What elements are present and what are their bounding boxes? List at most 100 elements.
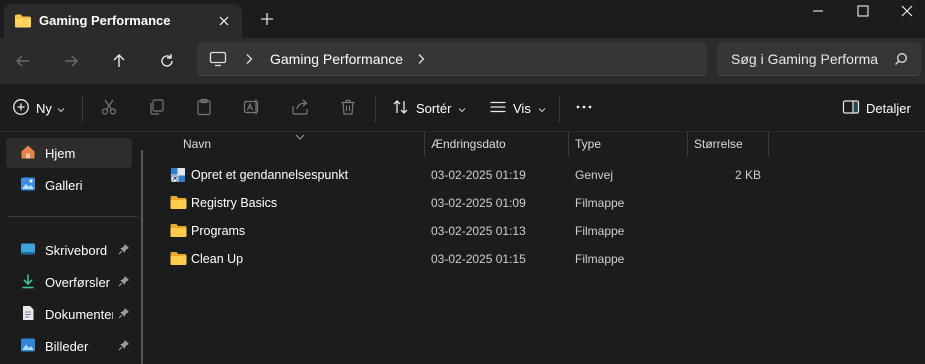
plus-circle-icon <box>12 98 30 119</box>
delete-button[interactable] <box>339 96 357 120</box>
search-icon[interactable] <box>894 52 908 69</box>
folder-icon <box>170 195 187 213</box>
folder-icon <box>170 223 187 241</box>
file-type: Filmappe <box>575 196 625 210</box>
separator <box>559 96 560 122</box>
sort-indicator-icon <box>295 129 305 144</box>
pin-icon[interactable] <box>118 307 130 322</box>
minimize-icon[interactable] <box>795 0 841 22</box>
sidebar-item-pictures[interactable]: Billeder <box>20 331 132 361</box>
file-size: 2 KB <box>734 168 761 182</box>
sidebar-item-desktop[interactable]: Skrivebord <box>20 235 132 265</box>
command-bar: Ny Sortér Vis Detaljer <box>0 84 925 132</box>
file-row[interactable]: Clean Up 03-02-2025 01:15 Filmappe <box>164 245 764 273</box>
sort-icon <box>392 98 410 119</box>
new-button[interactable]: Ny <box>12 96 65 120</box>
share-icon <box>291 98 309 119</box>
sidebar-item-gallery[interactable]: Galleri <box>20 170 132 200</box>
divider <box>8 216 138 217</box>
close-icon[interactable] <box>884 0 925 22</box>
paste-button[interactable] <box>195 96 213 120</box>
column-header-label: Størrelse <box>694 137 743 151</box>
sidebar-item-downloads[interactable]: Overførsler <box>20 267 132 297</box>
file-date: 03-02-2025 01:19 <box>431 168 526 182</box>
copy-icon <box>147 98 165 119</box>
maximize-icon[interactable] <box>840 0 886 22</box>
rename-button[interactable] <box>243 96 261 120</box>
new-tab-button[interactable] <box>257 9 277 29</box>
file-name: Programs <box>191 224 246 238</box>
forward-button[interactable] <box>58 48 84 74</box>
view-icon <box>489 98 507 119</box>
tab-gaming-performance[interactable]: Gaming Performance <box>4 4 242 38</box>
search-input[interactable]: Søg i Gaming Performa <box>731 51 891 67</box>
sidebar-item-home[interactable]: Hjem <box>6 138 132 168</box>
chevron-right-icon[interactable] <box>244 53 254 68</box>
column-resize-handle[interactable] <box>768 132 769 156</box>
pin-icon[interactable] <box>118 243 130 258</box>
trash-icon <box>339 98 357 119</box>
file-list: Navn Ændringsdato Type Størrelse Opret e… <box>150 132 925 364</box>
more-icon <box>575 98 593 119</box>
cut-button[interactable] <box>100 96 118 120</box>
sort-label: Sortér <box>416 100 452 116</box>
scissors-icon <box>100 98 118 119</box>
new-label: Ny <box>36 100 52 116</box>
column-header-size[interactable]: Størrelse <box>694 132 743 156</box>
column-header-name[interactable]: Navn <box>183 132 211 156</box>
desktop-icon <box>20 241 36 260</box>
address-bar[interactable]: Gaming Performance <box>197 42 707 76</box>
address-row: Gaming Performance Søg i Gaming Performa <box>0 38 925 84</box>
sort-button[interactable]: Sortér <box>392 96 466 120</box>
shortcut-icon <box>170 167 186 186</box>
chevron-right-icon[interactable] <box>416 53 426 68</box>
share-button[interactable] <box>291 96 309 120</box>
file-row[interactable]: Opret et gendannelsespunkt 03-02-2025 01… <box>164 161 764 189</box>
breadcrumb-gaming-performance[interactable]: Gaming Performance <box>270 51 403 67</box>
pin-icon[interactable] <box>118 339 130 354</box>
details-pane-button[interactable]: Detaljer <box>842 96 911 120</box>
sidebar-item-label: Dokumenter <box>45 306 113 322</box>
tab-title: Gaming Performance <box>39 13 171 28</box>
navigation-pane: Hjem Galleri Skrivebord Overførsler Doku… <box>0 132 150 364</box>
sidebar-scrollbar[interactable] <box>141 150 143 364</box>
copy-button[interactable] <box>147 96 165 120</box>
more-options-button[interactable] <box>575 96 593 120</box>
column-header-type[interactable]: Type <box>575 132 601 156</box>
downloads-icon <box>20 273 36 292</box>
rename-icon <box>243 98 261 119</box>
home-icon <box>20 144 36 163</box>
file-type: Genvej <box>575 168 614 182</box>
column-resize-handle[interactable] <box>687 132 688 156</box>
folder-icon <box>170 251 187 269</box>
computer-icon[interactable] <box>209 51 227 70</box>
chevron-down-icon <box>538 101 546 116</box>
sidebar-item-label: Galleri <box>45 177 83 193</box>
sidebar-item-label: Billeder <box>45 338 89 354</box>
up-button[interactable] <box>106 48 132 74</box>
column-header-label: Navn <box>183 137 212 151</box>
column-resize-handle[interactable] <box>424 132 425 156</box>
search-box[interactable]: Søg i Gaming Performa <box>717 42 921 76</box>
column-resize-handle[interactable] <box>568 132 569 156</box>
pin-icon[interactable] <box>118 275 130 290</box>
gallery-icon <box>20 176 36 195</box>
close-tab-icon[interactable] <box>215 12 233 30</box>
view-button[interactable]: Vis <box>489 96 546 120</box>
column-header-label: Ændringsdato <box>431 137 506 151</box>
refresh-button[interactable] <box>154 48 180 74</box>
details-pane-icon <box>842 98 860 119</box>
sidebar-item-label: Hjem <box>45 145 76 161</box>
file-date: 03-02-2025 01:15 <box>431 252 526 266</box>
column-header-date[interactable]: Ændringsdato <box>431 132 506 156</box>
file-row[interactable]: Registry Basics 03-02-2025 01:09 Filmapp… <box>164 189 764 217</box>
file-row[interactable]: Programs 03-02-2025 01:13 Filmappe <box>164 217 764 245</box>
pictures-icon <box>20 337 36 356</box>
file-name: Registry Basics <box>191 196 278 210</box>
file-type: Filmappe <box>575 252 625 266</box>
back-button[interactable] <box>10 48 36 74</box>
file-name: Opret et gendannelsespunkt <box>191 168 349 182</box>
sidebar-item-documents[interactable]: Dokumenter <box>20 299 132 329</box>
documents-icon <box>20 305 36 324</box>
sidebar-item-label: Skrivebord <box>45 242 108 258</box>
